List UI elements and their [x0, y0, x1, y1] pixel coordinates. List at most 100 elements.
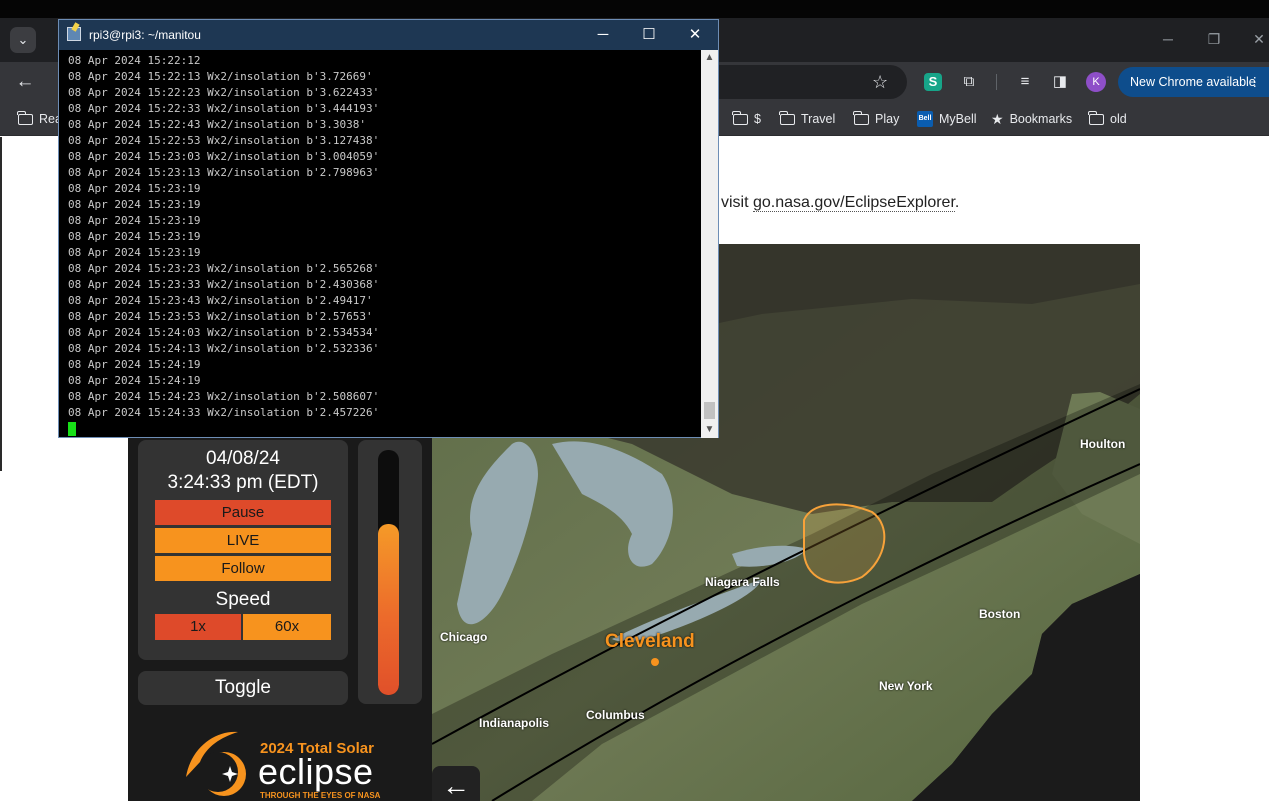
intro-suffix: .	[954, 194, 960, 211]
bell-logo-icon: Bell	[917, 111, 933, 127]
terminal-title: rpi3@rpi3: ~/manitou	[89, 28, 201, 42]
terminal-line: 08 Apr 2024 15:24:13 Wx2/insolation b'2.…	[68, 342, 380, 355]
terminal-window[interactable]: rpi3@rpi3: ~/manitou ─ ☐ ✕ 08 Apr 2024 1…	[58, 19, 719, 438]
folder-icon	[1088, 110, 1104, 125]
live-button[interactable]: LIVE	[155, 528, 331, 553]
folder-icon	[853, 110, 869, 125]
folder-icon	[779, 110, 795, 125]
bookmark-label: Bookmarks	[1009, 112, 1073, 126]
tab-search-button[interactable]: ⌄	[10, 27, 36, 53]
terminal-line: 08 Apr 2024 15:22:33 Wx2/insolation b'3.…	[68, 102, 380, 115]
bookmark-star-icon[interactable]: ☆	[872, 70, 888, 94]
extensions-puzzle-icon[interactable]: ⧉	[958, 71, 980, 93]
intro-text: visit go.nasa.gov/EclipseExplorer.	[721, 194, 959, 212]
terminal-line: 08 Apr 2024 15:23:13 Wx2/insolation b'2.…	[68, 166, 380, 179]
map-label-boston: Boston	[979, 607, 1021, 621]
update-chrome-button[interactable]: New Chrome available ⋮	[1118, 67, 1269, 97]
terminal-line: 08 Apr 2024 15:23:19	[68, 182, 201, 195]
terminal-line: 08 Apr 2024 15:24:03 Wx2/insolation b'2.…	[68, 326, 380, 339]
back-icon[interactable]: ←	[12, 69, 38, 95]
map-label-niagara: Niagara Falls	[705, 575, 780, 589]
media-queue-icon[interactable]: ≡	[1014, 71, 1036, 93]
toolbar-divider	[996, 74, 997, 90]
extension-s-icon[interactable]: S	[924, 73, 942, 91]
terminal-line: 08 Apr 2024 15:22:23 Wx2/insolation b'3.…	[68, 86, 380, 99]
terminal-cursor	[68, 422, 76, 436]
current-date: 04/08/24	[206, 448, 280, 469]
toggle-button[interactable]: Toggle	[138, 671, 348, 705]
scrollbar-thumb[interactable]	[704, 402, 715, 419]
terminal-line: 08 Apr 2024 15:24:33 Wx2/insolation b'2.…	[68, 406, 380, 419]
bookmark-folder-dollar[interactable]: $	[732, 102, 761, 136]
bookmark-label: $	[754, 112, 761, 126]
bookmark-folder-rea[interactable]: Rea	[17, 102, 62, 136]
pause-button[interactable]: Pause	[155, 500, 331, 525]
terminal-output[interactable]: 08 Apr 2024 15:22:12 08 Apr 2024 15:22:13…	[59, 50, 700, 438]
terminal-line: 08 Apr 2024 15:23:19	[68, 246, 201, 259]
bookmark-label: old	[1110, 112, 1127, 126]
terminal-line: 08 Apr 2024 15:23:19	[68, 198, 201, 211]
close-window-button[interactable]: ✕	[1247, 28, 1269, 50]
profile-avatar[interactable]: K	[1086, 72, 1106, 92]
obscuration-meter-track	[378, 450, 399, 695]
cleveland-dot	[651, 658, 659, 666]
restore-window-button[interactable]: ❐	[1202, 28, 1226, 50]
scroll-down-icon[interactable]: ▼	[701, 422, 718, 438]
minimize-window-button[interactable]: ─	[1156, 28, 1180, 50]
map-label-columbus: Columbus	[586, 708, 645, 722]
terminal-maximize-button[interactable]: ☐	[626, 20, 672, 50]
terminal-line: 08 Apr 2024 15:24:23 Wx2/insolation b'2.…	[68, 390, 380, 403]
terminal-line: 08 Apr 2024 15:23:23 Wx2/insolation b'2.…	[68, 262, 380, 275]
bookmark-label: MyBell	[939, 112, 977, 126]
obscuration-meter-fill	[378, 523, 399, 695]
control-panel: 04/08/24 3:24:33 pm (EDT) Pause LIVE Fol…	[138, 440, 348, 660]
map-label-indianapolis: Indianapolis	[479, 716, 550, 730]
speed-60x-button[interactable]: 60x	[243, 614, 331, 640]
eclipse-explorer-link[interactable]: go.nasa.gov/EclipseExplorer	[753, 194, 955, 212]
bookmark-label: Play	[875, 112, 900, 126]
terminal-line: 08 Apr 2024 15:23:19	[68, 214, 201, 227]
terminal-line: 08 Apr 2024 15:22:13 Wx2/insolation b'3.…	[68, 70, 373, 83]
terminal-line: 08 Apr 2024 15:22:53 Wx2/insolation b'3.…	[68, 134, 380, 147]
putty-icon	[67, 27, 81, 41]
speed-label: Speed	[215, 589, 271, 610]
terminal-line: 08 Apr 2024 15:22:12	[68, 54, 201, 67]
terminal-line: 08 Apr 2024 15:24:19	[68, 374, 201, 387]
terminal-titlebar[interactable]: rpi3@rpi3: ~/manitou ─ ☐ ✕	[59, 20, 718, 50]
terminal-minimize-button[interactable]: ─	[580, 20, 626, 50]
bookmark-folder-play[interactable]: Play	[853, 102, 900, 136]
bookmark-folder-travel[interactable]: Travel	[779, 102, 836, 136]
current-time: 3:24:33 pm (EDT)	[167, 472, 319, 493]
folder-icon	[17, 110, 33, 125]
update-chrome-label: New Chrome available	[1130, 75, 1256, 89]
desktop-strip	[0, 0, 1269, 18]
intro-prefix: visit	[721, 194, 753, 211]
obscuration-meter-panel	[358, 440, 422, 704]
bookmark-mybell[interactable]: Bell MyBell	[917, 102, 977, 136]
map-label-houlton: Houlton	[1080, 437, 1126, 451]
terminal-line: 08 Apr 2024 15:23:19	[68, 230, 201, 243]
terminal-scrollbar[interactable]: ▲ ▼	[701, 50, 718, 438]
map-label-cleveland: Cleveland	[605, 631, 695, 652]
terminal-line: 08 Apr 2024 15:23:43 Wx2/insolation b'2.…	[68, 294, 373, 307]
terminal-line: 08 Apr 2024 15:24:19	[68, 358, 201, 371]
side-panel-icon[interactable]: ◨	[1049, 71, 1071, 93]
map-back-arrow-icon[interactable]: ←	[432, 766, 480, 801]
bookmark-bookmarks[interactable]: ★ Bookmarks	[991, 102, 1072, 136]
map-label-new-york: New York	[879, 679, 933, 693]
eclipse-logo: 2024 Total Solar eclipse THROUGH THE EYE…	[176, 722, 396, 800]
kebab-menu-icon[interactable]: ⋮	[1249, 67, 1262, 97]
map-label-chicago: Chicago	[440, 630, 488, 644]
scroll-up-icon[interactable]: ▲	[701, 50, 718, 66]
logo-tagline: THROUGH THE EYES OF NASA	[260, 791, 381, 800]
terminal-line: 08 Apr 2024 15:23:53 Wx2/insolation b'2.…	[68, 310, 373, 323]
bookmark-label: Travel	[801, 112, 836, 126]
left-edge	[0, 137, 2, 471]
terminal-close-button[interactable]: ✕	[672, 20, 718, 50]
speed-1x-button[interactable]: 1x	[155, 614, 241, 640]
bookmark-folder-old[interactable]: old	[1088, 102, 1127, 136]
eclipse-sun-icon	[186, 731, 246, 796]
folder-icon	[732, 110, 748, 125]
logo-word: eclipse	[258, 751, 374, 792]
follow-button[interactable]: Follow	[155, 556, 331, 581]
